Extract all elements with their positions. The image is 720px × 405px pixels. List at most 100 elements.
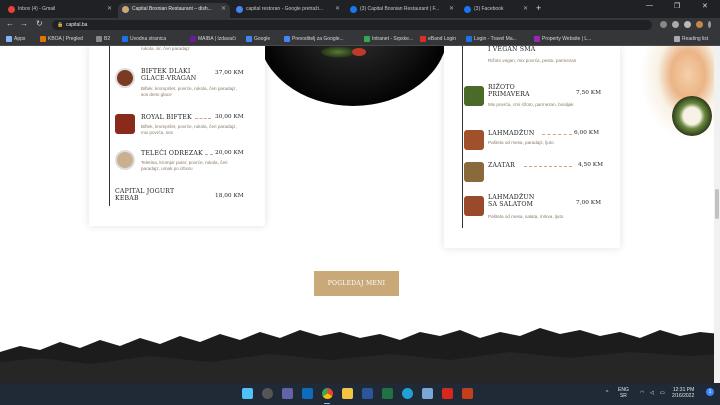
- bookmark-property[interactable]: Property Website | L...: [534, 34, 591, 44]
- bookmark-uvodna[interactable]: Uvodna stranica: [122, 34, 166, 44]
- minimize-icon[interactable]: —: [646, 2, 653, 9]
- lock-icon: 🔒: [57, 22, 64, 28]
- chrome-icon[interactable]: [322, 388, 333, 399]
- menu-dots-icon[interactable]: [708, 21, 711, 28]
- travel-icon: [466, 36, 472, 42]
- google-icon: [246, 36, 252, 42]
- active-app-indicator: [324, 402, 330, 404]
- bookmark-b2[interactable]: B2: [96, 34, 110, 44]
- close-tab-icon[interactable]: ✕: [523, 3, 528, 16]
- close-window-icon[interactable]: ✕: [702, 2, 708, 10]
- apps-grid-icon: [6, 36, 12, 42]
- menu-item-desc: Pašteta od mesa, salata, mrkva, ljuto: [488, 214, 564, 219]
- reload-icon[interactable]: ↻: [36, 19, 43, 28]
- new-tab-icon[interactable]: +: [536, 3, 541, 13]
- battery-icon[interactable]: ▭: [660, 390, 665, 396]
- extension-icon[interactable]: [660, 21, 667, 28]
- dish-thumbnail: [464, 86, 484, 106]
- bookmark-star-icon[interactable]: [684, 21, 691, 28]
- bookmark-apps[interactable]: Apps: [6, 34, 25, 44]
- price-leader: [524, 166, 572, 167]
- bookmark-maiba[interactable]: MAIBA | Izdavači: [190, 34, 236, 44]
- menu-card-right: I VEGAN SMA Rižoto vegan, mix povrća, pe…: [444, 46, 620, 248]
- dish-thumbnail: [115, 150, 135, 170]
- tab-label: capital restoran - Google pretraži...: [246, 6, 323, 12]
- close-tab-icon[interactable]: ✕: [221, 3, 226, 16]
- menu-item-name: TELEĆI ODREZAK: [141, 150, 203, 157]
- scrollbar-thumb[interactable]: [715, 189, 719, 219]
- menu-item-price: 30,00 KM: [215, 114, 244, 120]
- menu-item-desc: Pašteta od mesa, paradajz, ljuto: [488, 140, 554, 145]
- maximize-icon[interactable]: ❐: [674, 2, 680, 10]
- menu-card-left: rukola, sir, čeri paradajz BIFTEK DLAKI …: [89, 46, 265, 226]
- menu-item-desc: Rižoto vegan, mix povrća, pesto, parmeza…: [488, 58, 577, 63]
- browser-toolbar: ← → ↻ 🔒 capital.ba: [0, 18, 720, 32]
- menu-item-price: 37,00 KM: [215, 70, 244, 76]
- tab-label: (3) Facebook: [474, 6, 504, 12]
- tray-chevron-icon[interactable]: ^: [606, 390, 608, 396]
- view-menu-button[interactable]: POGLEDAJ MENI: [314, 271, 399, 296]
- tab-label: (3) Capital Bosnian Restaurant | F...: [360, 6, 440, 12]
- bookmark-google[interactable]: Google: [246, 34, 270, 44]
- wifi-icon[interactable]: ◠: [640, 390, 644, 396]
- outlook-icon[interactable]: [302, 388, 313, 399]
- menu-item-price: 18,00 KM: [215, 193, 244, 199]
- reading-list-icon: [674, 36, 680, 42]
- profile-avatar-icon[interactable]: [696, 21, 703, 28]
- menu-item-desc: Teletina, krompir puter, povrće, rukola,…: [141, 160, 228, 171]
- maiba-icon: [190, 36, 196, 42]
- file-explorer-icon[interactable]: [342, 388, 353, 399]
- language-indicator[interactable]: ENG SR: [618, 387, 629, 399]
- browser-tab-bar: Inbox (4) - Gmail ✕ Capital Bosnian Rest…: [0, 0, 720, 18]
- clock[interactable]: 12:31 PM 2/16/2022: [672, 387, 694, 399]
- divider: [109, 46, 110, 206]
- tab-facebook[interactable]: (3) Facebook ✕: [460, 3, 532, 18]
- volume-icon[interactable]: ◁: [650, 390, 654, 396]
- mail-icon[interactable]: [422, 388, 433, 399]
- price-leader: [195, 118, 211, 119]
- powerpoint-icon[interactable]: [462, 388, 473, 399]
- address-bar[interactable]: 🔒 capital.ba: [52, 20, 652, 30]
- bookmark-translate[interactable]: Prevoditelj za Google...: [284, 34, 344, 44]
- word-icon[interactable]: [362, 388, 373, 399]
- bookmark-kboa[interactable]: KBOA | Pregled: [40, 34, 83, 44]
- teams-icon[interactable]: [282, 388, 293, 399]
- menu-item-price: 7,50 KM: [576, 90, 602, 96]
- forward-icon[interactable]: →: [20, 19, 28, 28]
- menu-item-name: CAPITAL JOGURT KEBAB: [115, 188, 175, 202]
- close-tab-icon[interactable]: ✕: [335, 3, 340, 16]
- menu-item-name: RIŽOTO PRIMAVERA: [488, 84, 530, 98]
- kboa-icon: [40, 36, 46, 42]
- intranet-icon: [364, 36, 370, 42]
- menu-item-name: BIFTEK DLAKI GLACE-VRAGAN: [141, 68, 197, 82]
- menu-item-desc: Mix povrća, crni rižoto, parmezan, bosil…: [488, 102, 574, 107]
- price-leader: [205, 154, 213, 155]
- tab-google-search[interactable]: capital restoran - Google pretraži... ✕: [232, 3, 344, 18]
- facebook-favicon-icon: [464, 6, 471, 13]
- bookmark-reading-list[interactable]: Reading list: [674, 34, 708, 44]
- windows-taskbar: ^ ENG SR ◠ ◁ ▭ 12:31 PM 2/16/2022 1: [0, 383, 720, 405]
- share-icon[interactable]: [672, 21, 679, 28]
- menu-item-desc: Biftek, kromprilet, povrće, rukola, čeri…: [141, 124, 237, 135]
- bookmark-intranet[interactable]: Intranet - Srpske...: [364, 34, 413, 44]
- bookmarks-bar: Apps KBOA | Pregled B2 Uvodna stranica M…: [0, 32, 720, 46]
- tab-facebook-page[interactable]: (3) Capital Bosnian Restaurant | F... ✕: [346, 3, 458, 18]
- excel-icon[interactable]: [382, 388, 393, 399]
- close-tab-icon[interactable]: ✕: [107, 3, 112, 16]
- notification-icon[interactable]: 1: [706, 388, 714, 396]
- tab-gmail[interactable]: Inbox (4) - Gmail ✕: [4, 3, 116, 18]
- windows-start-icon[interactable]: [242, 388, 253, 399]
- acrobat-icon[interactable]: [442, 388, 453, 399]
- bookmark-travel[interactable]: Login - Travel Ma...: [466, 34, 517, 44]
- search-icon[interactable]: [262, 388, 273, 399]
- tab-capital-restaurant[interactable]: Capital Bosnian Restaurant – dish... ✕: [118, 3, 230, 18]
- back-icon[interactable]: ←: [6, 19, 14, 28]
- edge-icon[interactable]: [402, 388, 413, 399]
- garnish-leaf: [352, 48, 366, 56]
- dish-thumbnail: [464, 130, 484, 150]
- close-tab-icon[interactable]: ✕: [449, 3, 454, 16]
- bookmark-eband[interactable]: eBand Login: [420, 34, 456, 44]
- b2-icon: [96, 36, 102, 42]
- torn-paper-footer: [0, 328, 720, 383]
- dish-thumbnail: [115, 114, 135, 134]
